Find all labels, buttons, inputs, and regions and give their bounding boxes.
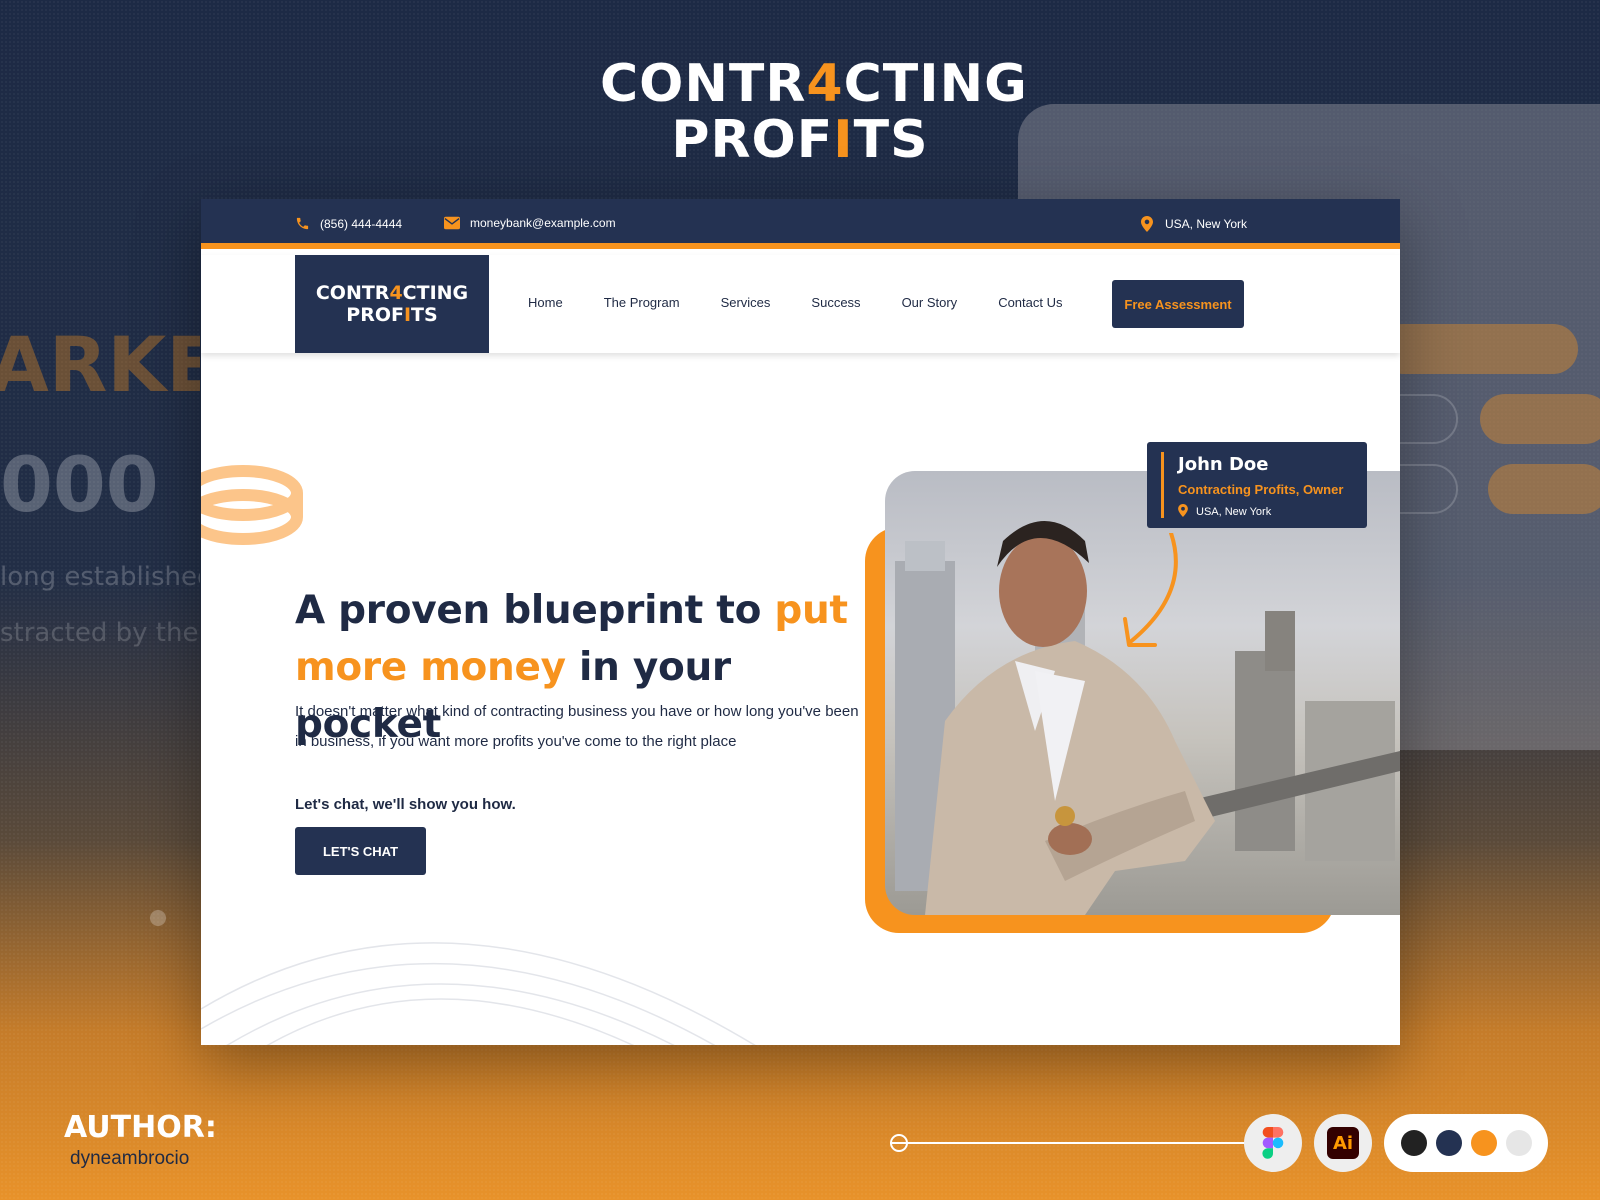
mail-icon [444,216,460,230]
nav-logo[interactable]: CONTR4CTING PROFITS [295,255,489,353]
author-label: AUTHOR: [64,1110,217,1145]
nav-item-our-story[interactable]: Our Story [902,295,958,310]
illustrator-label: Ai [1327,1127,1359,1159]
website-mockup: (856) 444-4444 moneybank@example.com USA… [201,199,1400,1045]
nav-menu: Home The Program Services Success Our St… [528,295,1063,310]
map-pin-icon [1139,216,1155,232]
author-name: dyneambrocio [70,1148,190,1169]
free-assessment-button[interactable]: Free Assessment [1112,280,1244,328]
email-address: moneybank@example.com [470,216,616,230]
profile-card-accent-bar [1161,452,1164,518]
email-contact[interactable]: moneybank@example.com [444,216,616,230]
profile-name: John Doe [1178,454,1269,475]
hero-cta-text: Let's chat, we'll show you how. [295,796,516,813]
hero-description: It doesn't matter what kind of contracti… [295,703,859,750]
phone-icon [294,216,310,231]
nav-item-home[interactable]: Home [528,295,563,310]
curved-arrow-icon [1123,533,1178,647]
swatch-light-gray [1505,1130,1532,1156]
nav-item-success[interactable]: Success [811,295,860,310]
blurred-mockup-left: ARKE 000 long established stracted by th… [0,320,200,648]
brand-logo: CONTR4CTING PROFITS [600,54,1028,170]
lets-chat-button[interactable]: LET'S CHAT [295,827,426,875]
profile-location: USA, New York [1178,504,1271,520]
illustrator-icon: Ai [1314,1114,1372,1172]
color-palette [1384,1114,1548,1172]
top-contact-bar: (856) 444-4444 moneybank@example.com USA… [201,199,1400,249]
profile-role: Contracting Profits, Owner [1178,482,1344,497]
timeline-dot [890,1134,908,1152]
coin-stack-decoration [201,465,303,545]
map-pin-icon [1178,504,1188,520]
decorative-dot [150,910,166,926]
location-text: USA, New York [1165,217,1248,231]
swatch-navy [1435,1130,1462,1156]
location-info: USA, New York [1139,216,1247,232]
swatch-black [1400,1130,1427,1156]
figma-icon [1244,1114,1302,1172]
profile-card: John Doe Contracting Profits, Owner USA,… [1147,442,1367,528]
nav-item-the-program[interactable]: The Program [604,295,680,310]
swirl-decoration [201,942,756,1045]
timeline-line [890,1142,1250,1144]
swatch-orange [1470,1130,1497,1156]
phone-number: (856) 444-4444 [320,216,403,231]
nav-item-services[interactable]: Services [721,295,771,310]
nav-item-contact-us[interactable]: Contact Us [998,295,1062,310]
main-navigation: CONTR4CTING PROFITS Home The Program Ser… [201,255,1400,353]
phone-contact[interactable]: (856) 444-4444 [294,216,402,231]
